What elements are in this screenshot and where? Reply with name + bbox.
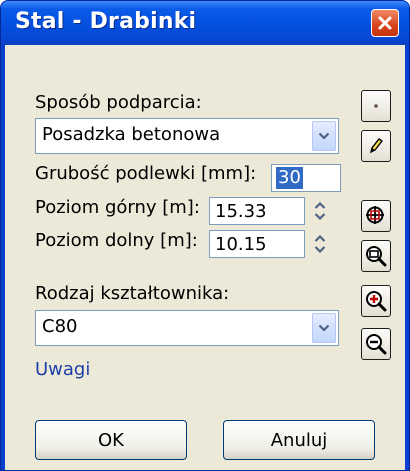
close-button[interactable] xyxy=(371,9,399,37)
edit-tool-button[interactable] xyxy=(361,130,391,162)
profile-dropdown-button[interactable] xyxy=(312,313,336,343)
dialog-window: Stal - Drabinki Sposób podparcia: Posadz… xyxy=(0,0,410,471)
zoom-out-icon xyxy=(366,334,387,355)
spin-up-down-icon xyxy=(314,234,326,254)
cancel-button[interactable]: Anuluj xyxy=(223,420,375,460)
upper-level-value: 15.33 xyxy=(215,201,267,222)
grout-label: Grubość podlewki [mm]: xyxy=(35,163,257,184)
title-bar[interactable]: Stal - Drabinki xyxy=(1,1,409,45)
upper-level-spinner[interactable] xyxy=(307,197,333,225)
dialog-body: Sposób podparcia: Posadzka betonowa Grub… xyxy=(5,45,405,470)
pencil-icon xyxy=(369,138,384,154)
support-label: Sposób podparcia: xyxy=(35,92,202,113)
point-tool-button[interactable] xyxy=(361,90,391,122)
support-select[interactable]: Posadzka betonowa xyxy=(35,118,339,154)
point-icon xyxy=(374,104,378,108)
notes-link[interactable]: Uwagi xyxy=(35,359,90,380)
spin-up-down-icon xyxy=(314,201,326,221)
zoom-all-button[interactable] xyxy=(361,200,391,232)
zoom-all-icon xyxy=(366,206,384,224)
lower-level-label: Poziom dolny [m]: xyxy=(35,230,198,251)
upper-level-label: Poziom górny [m]: xyxy=(35,197,200,218)
ok-button[interactable]: OK xyxy=(35,420,187,460)
chevron-down-icon xyxy=(318,324,330,332)
zoom-window-icon xyxy=(366,246,387,267)
chevron-down-icon xyxy=(318,132,330,140)
grout-input[interactable]: 30 xyxy=(271,164,341,192)
zoom-out-button[interactable] xyxy=(361,328,391,360)
window-title: Stal - Drabinki xyxy=(15,9,197,34)
upper-level-input[interactable]: 15.33 xyxy=(209,197,305,225)
close-icon xyxy=(378,16,392,30)
zoom-in-icon xyxy=(366,291,387,312)
profile-select-value: C80 xyxy=(42,316,78,337)
zoom-in-button[interactable] xyxy=(361,285,391,317)
lower-level-spinner[interactable] xyxy=(307,230,333,258)
grout-input-value: 30 xyxy=(276,167,303,189)
profile-label: Rodzaj kształtownika: xyxy=(35,283,230,304)
zoom-window-button[interactable] xyxy=(361,240,391,272)
lower-level-input[interactable]: 10.15 xyxy=(209,230,305,258)
lower-level-value: 10.15 xyxy=(215,234,267,255)
profile-select[interactable]: C80 xyxy=(35,310,339,346)
support-select-value: Posadzka betonowa xyxy=(42,124,221,145)
support-dropdown-button[interactable] xyxy=(312,121,336,151)
